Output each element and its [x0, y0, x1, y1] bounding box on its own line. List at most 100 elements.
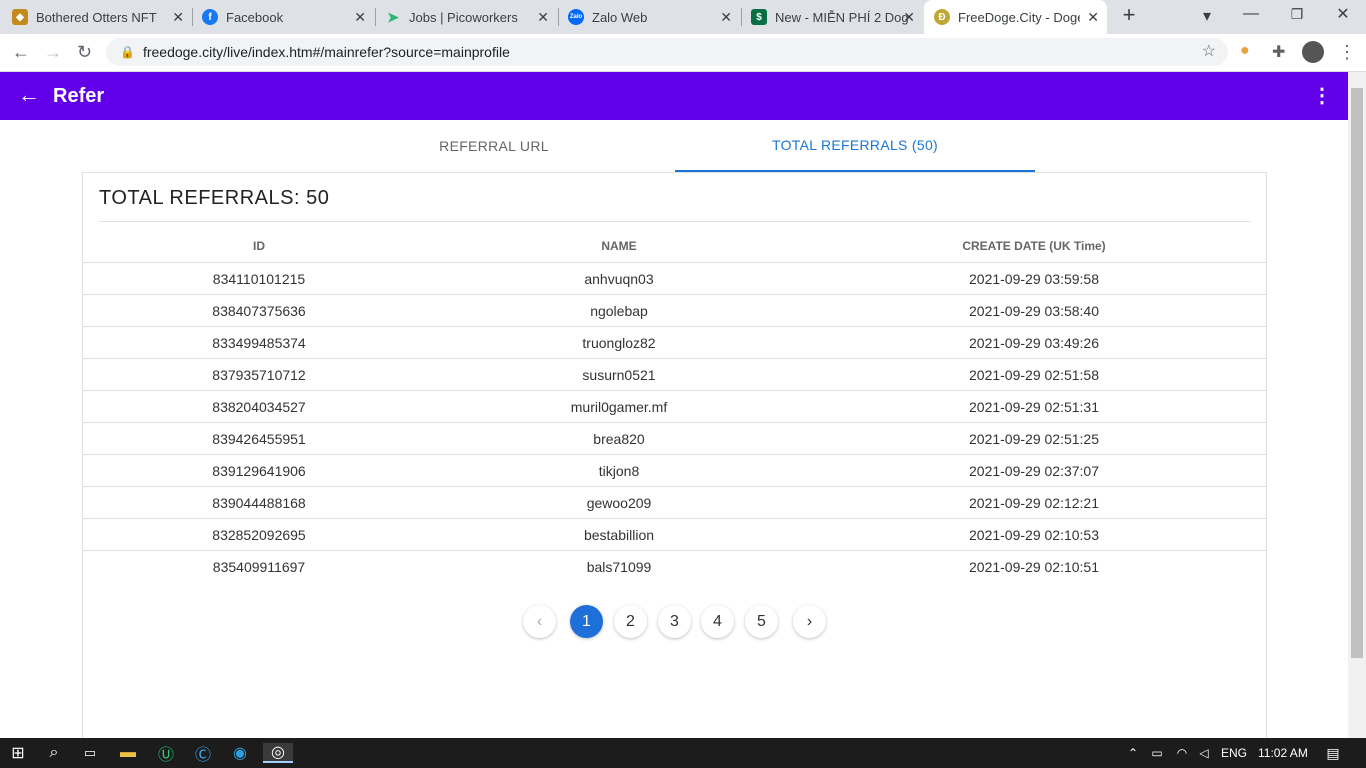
table-row: 838204034527 muril0gamer.mf 2021-09-29 02:…: [83, 390, 1266, 422]
cell-name: tikjon8: [598, 463, 640, 479]
extension-icon[interactable]: ●: [1240, 42, 1250, 60]
close-window-icon[interactable]: ✕: [1332, 4, 1354, 24]
browser-tab[interactable]: $ New - MIỄN PHÍ 2 Dog ✕: [743, 0, 923, 34]
cell-name: truongloz82: [582, 335, 656, 351]
restore-icon[interactable]: ❐: [1286, 4, 1308, 24]
browser-tab[interactable]: Zalo Zalo Web ✕: [560, 0, 740, 34]
volume-icon[interactable]: ◁: [1193, 743, 1215, 763]
page-scrollbar[interactable]: [1348, 72, 1366, 738]
picoworkers-icon: ➤: [387, 8, 399, 25]
page-button[interactable]: 1: [570, 605, 603, 638]
tab-referral-url[interactable]: REFERRAL URL: [314, 120, 674, 172]
cell-id: 839044488168: [212, 495, 306, 511]
otter-icon: ◆: [12, 9, 28, 25]
language-indicator[interactable]: ENG: [1221, 746, 1247, 760]
browser-tab[interactable]: ➤ Jobs | Picoworkers ✕: [377, 0, 557, 34]
table-row: 834110101215 anhvuqn03 2021-09-29 03:59:58: [83, 262, 1266, 294]
minimize-icon[interactable]: —: [1240, 4, 1262, 24]
dollar-icon: $: [751, 9, 767, 25]
tab-title: Jobs | Picoworkers: [409, 9, 518, 25]
cell-date: 2021-09-29 02:51:31: [969, 399, 1099, 415]
cell-id: 839129641906: [212, 463, 306, 479]
cell-id: 833499485374: [212, 335, 306, 351]
tab-search-icon[interactable]: ▾: [1196, 6, 1218, 26]
cell-id: 839426455951: [212, 431, 306, 447]
search-icon[interactable]: ⌕: [43, 743, 65, 763]
page-button[interactable]: 2: [614, 605, 647, 638]
prev-page-icon[interactable]: ‹: [523, 605, 556, 638]
table-row: 839044488168 gewoo209 2021-09-29 02:12:21: [83, 486, 1266, 518]
zalo-icon: Zalo: [568, 9, 584, 25]
url-bar[interactable]: 🔒 freedoge.city/live/index.htm#/mainrefe…: [106, 38, 1228, 66]
browser-menu-icon[interactable]: ⋮: [1338, 42, 1356, 63]
cell-date: 2021-09-29 02:10:53: [969, 527, 1099, 543]
battery-icon[interactable]: ▭: [1146, 743, 1168, 763]
cell-date: 2021-09-29 02:37:07: [969, 463, 1099, 479]
browser-tab[interactable]: ◆ Bothered Otters NFT ✕: [12, 0, 192, 34]
cell-id: 838407375636: [212, 303, 306, 319]
puzzle-icon[interactable]: ✚: [1272, 42, 1285, 62]
tab-title: Facebook: [226, 9, 284, 25]
app-bar: ← Refer ⋮: [0, 72, 1348, 120]
app-u-icon[interactable]: Ⓤ: [155, 743, 177, 764]
avatar[interactable]: [1302, 41, 1324, 63]
windows-start-icon[interactable]: ⊞: [7, 743, 29, 763]
divider: [99, 221, 1251, 222]
browser-tab[interactable]: f Facebook ✕: [194, 0, 374, 34]
clock[interactable]: 11:02 AM: [1258, 746, 1308, 760]
page-button[interactable]: 4: [701, 605, 734, 638]
forward-icon[interactable]: →: [44, 42, 62, 63]
close-tab-icon[interactable]: ✕: [172, 9, 184, 26]
table-row: 835409911697 bals71099 2021-09-29 02:10:51: [83, 550, 1266, 582]
cell-id: 837935710712: [212, 367, 306, 383]
file-explorer-icon[interactable]: ▬: [117, 743, 139, 763]
edge-icon[interactable]: ◉: [229, 743, 251, 763]
card-heading: TOTAL REFERRALS: 50: [99, 187, 330, 209]
browser-tab-active[interactable]: Ð FreeDoge.City - Dogec ✕: [924, 0, 1107, 34]
url-text[interactable]: freedoge.city/live/index.htm#/mainrefer?…: [143, 44, 510, 60]
bookmark-star-icon[interactable]: ☆: [1202, 41, 1216, 61]
cell-date: 2021-09-29 02:51:25: [969, 431, 1099, 447]
close-tab-icon[interactable]: ✕: [1087, 9, 1099, 26]
cell-id: 832852092695: [212, 527, 306, 543]
close-tab-icon[interactable]: ✕: [354, 9, 366, 26]
back-icon[interactable]: ←: [12, 42, 30, 63]
more-options-icon[interactable]: ⋮: [1312, 83, 1332, 108]
pagination: ‹ 1 2 3 4 5 ›: [83, 605, 1266, 638]
notifications-icon[interactable]: ▤: [1322, 743, 1344, 763]
page-button[interactable]: 3: [658, 605, 691, 638]
scrollbar-thumb[interactable]: [1351, 88, 1363, 658]
tab-total-referrals[interactable]: TOTAL REFERRALS (50): [675, 120, 1035, 172]
cell-name: bals71099: [586, 559, 652, 575]
table-row: 832852092695 bestabillion 2021-09-29 02:10…: [83, 518, 1266, 550]
close-tab-icon[interactable]: ✕: [537, 9, 549, 26]
new-tab-icon[interactable]: +: [1118, 2, 1140, 27]
windows-taskbar: ⊞ ⌕ ▭ ▬ Ⓤ Ⓒ ◉ ◎ ⌃ ▭ ◠ ◁ ENG 11:02 AM ▤: [0, 738, 1366, 768]
tab-title: New - MIỄN PHÍ 2 Dog: [775, 9, 909, 25]
wifi-icon[interactable]: ◠: [1171, 743, 1193, 763]
close-tab-icon[interactable]: ✕: [720, 9, 732, 26]
table-row: 833499485374 truongloz82 2021-09-29 03:49:…: [83, 326, 1266, 358]
cell-name: susurn0521: [582, 367, 656, 383]
reload-icon[interactable]: ↻: [77, 42, 92, 63]
page-button[interactable]: 5: [745, 605, 778, 638]
table-row: 838407375636 ngolebap 2021-09-29 03:58:40: [83, 294, 1266, 326]
browser-tab-bar: ◆ Bothered Otters NFT ✕ f Facebook ✕ ➤ J…: [0, 0, 1366, 34]
cell-date: 2021-09-29 02:10:51: [969, 559, 1099, 575]
show-hidden-icon[interactable]: ⌃: [1122, 743, 1144, 763]
task-view-icon[interactable]: ▭: [79, 743, 101, 763]
refer-tabs: REFERRAL URL TOTAL REFERRALS (50): [0, 120, 1348, 172]
cell-date: 2021-09-29 03:49:26: [969, 335, 1099, 351]
cell-name: bestabillion: [583, 527, 655, 543]
chrome-icon[interactable]: ◎: [263, 743, 293, 763]
app-c-icon[interactable]: Ⓒ: [192, 743, 214, 764]
tab-title: Bothered Otters NFT: [36, 9, 157, 25]
tab-title: FreeDoge.City - Dogec: [958, 9, 1080, 25]
address-toolbar: ← → ↻ 🔒 freedoge.city/live/index.htm#/ma…: [0, 34, 1366, 72]
page-title: Refer: [53, 85, 105, 107]
close-tab-icon[interactable]: ✕: [903, 9, 915, 26]
back-arrow-icon[interactable]: ←: [18, 82, 40, 108]
column-header-name: NAME: [601, 239, 637, 253]
next-page-icon[interactable]: ›: [793, 605, 826, 638]
cell-date: 2021-09-29 02:12:21: [969, 495, 1099, 511]
